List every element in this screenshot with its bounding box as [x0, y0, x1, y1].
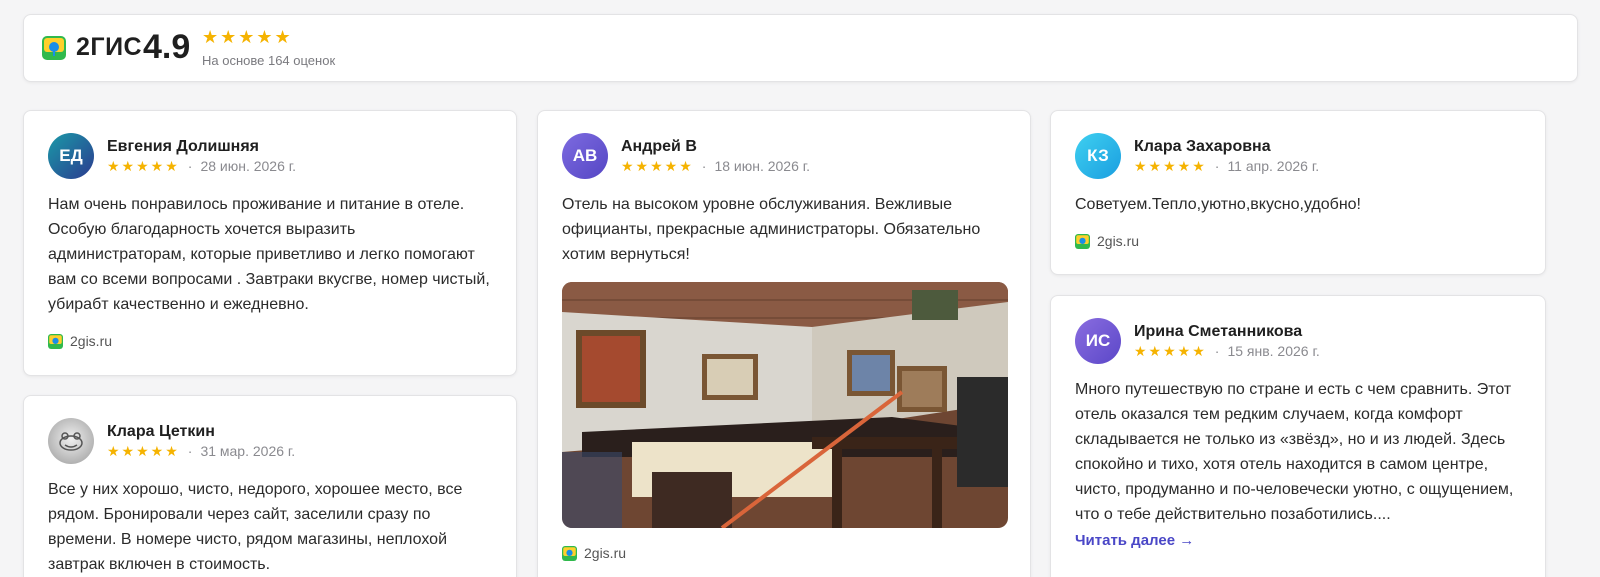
2gis-logo-icon [48, 333, 63, 349]
avatar: ЕД [48, 133, 94, 179]
review-date: 15 янв. 2026 г. [1227, 343, 1320, 359]
2gis-logo-icon [42, 36, 66, 60]
reviewer-name: Андрей В [621, 138, 697, 155]
review-meta: ★★★★★ · 31 мар. 2026 г. [107, 443, 296, 459]
reviewer-name: Клара Захаровна [1134, 138, 1271, 155]
review-text: Советуем.Тепло,уютно,вкусно,удобно! [1075, 196, 1361, 213]
source-label: 2gis.ru [584, 545, 627, 561]
review-source[interactable]: 2gis.ru [562, 545, 626, 561]
avatar: ИС [1075, 318, 1121, 364]
review-stars: ★★★★★ [621, 158, 694, 174]
review-card: ИС Ирина Сметанникова ★★★★★ · 15 янв. 2026… [1050, 295, 1546, 577]
rating-basis: На основе 164 оценок [202, 53, 336, 68]
review-meta: ★★★★★ · 28 июн. 2026 г. [107, 158, 297, 174]
review-text: Нам очень понравилось проживание и питан… [48, 196, 490, 313]
review-text: Отель на высоком уровне обслуживания. Ве… [562, 196, 981, 263]
review-date: 28 июн. 2026 г. [200, 158, 297, 174]
review-stars: ★★★★★ [1134, 343, 1207, 359]
reviewer-name: Ирина Сметанникова [1134, 323, 1303, 340]
review-meta: ★★★★★ · 15 янв. 2026 г. [1134, 343, 1320, 359]
frog-avatar-icon [59, 432, 83, 451]
rating-stars: ★★★★★ [202, 27, 293, 47]
avatar: АВ [562, 133, 608, 179]
reviewer-name: Клара Цеткин [107, 423, 215, 440]
review-stars: ★★★★★ [107, 443, 180, 459]
source-label: 2gis.ru [1097, 233, 1140, 249]
review-card: КЗ Клара Захаровна ★★★★★ · 11 апр. 2026 г.… [1050, 110, 1546, 275]
review-card: ЕД Евгения Долишняя ★★★★★ · 28 июн. 2026 г… [23, 110, 517, 376]
review-card: Клара Цеткин ★★★★★ · 31 мар. 2026 г. Все у… [23, 395, 517, 577]
read-more-link[interactable]: Читать далее → [1075, 532, 1194, 549]
rating-score: 4.9 [143, 28, 191, 66]
review-date: 18 июн. 2026 г. [714, 158, 811, 174]
review-source[interactable]: 2gis.ru [48, 333, 112, 349]
review-date: 11 апр. 2026 г. [1227, 158, 1320, 174]
avatar [48, 418, 94, 464]
review-stars: ★★★★★ [107, 158, 180, 174]
2gis-logo-icon [562, 545, 577, 561]
reviewer-name: Евгения Долишняя [107, 138, 259, 155]
rating-summary-card: 2ГИС 4.9 ★★★★★ На основе 164 оценок [23, 14, 1578, 82]
review-date: 31 мар. 2026 г. [200, 443, 296, 459]
brand-name: 2ГИС [76, 33, 143, 61]
hotel-interior-photo [562, 282, 1008, 528]
review-meta: ★★★★★ · 18 июн. 2026 г. [621, 158, 811, 174]
2gis-logo-icon [1075, 233, 1090, 249]
review-text: Много путешествую по стране и есть с чем… [1075, 381, 1514, 523]
avatar: КЗ [1075, 133, 1121, 179]
review-stars: ★★★★★ [1134, 158, 1207, 174]
source-label: 2gis.ru [70, 333, 113, 349]
review-card: АВ Андрей В ★★★★★ · 18 июн. 2026 г. Отель … [537, 110, 1031, 577]
review-meta: ★★★★★ · 11 апр. 2026 г. [1134, 158, 1320, 174]
review-text: Все у них хорошо, чисто, недорого, хорош… [48, 481, 463, 573]
review-source[interactable]: 2gis.ru [1075, 233, 1139, 249]
review-photo[interactable] [562, 282, 1008, 528]
